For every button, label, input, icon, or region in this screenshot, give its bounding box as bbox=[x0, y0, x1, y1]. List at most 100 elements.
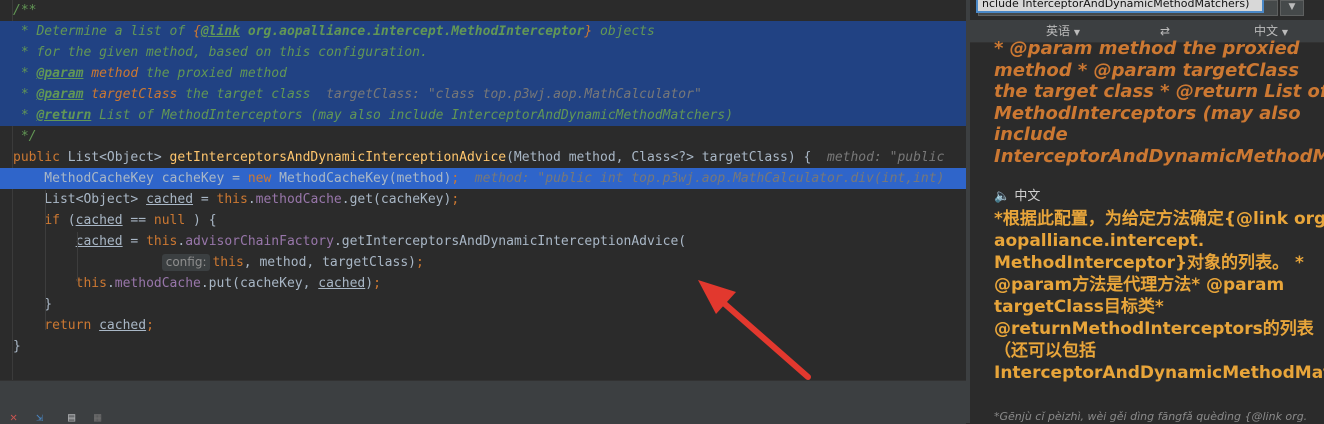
translation-panel: nclude InterceptorAndDynamicMethodMatche… bbox=[966, 0, 1324, 423]
grid-icon[interactable]: ▦ bbox=[94, 411, 101, 424]
code-token: = bbox=[122, 234, 147, 249]
history-dropdown[interactable]: ▼ bbox=[1280, 0, 1304, 16]
code-line[interactable]: this.methodCache.put(cacheKey, cached); bbox=[0, 273, 966, 294]
caret-down-icon: ▼ bbox=[1073, 28, 1080, 37]
code-text: * @param method the proxied method bbox=[13, 63, 287, 84]
code-line[interactable] bbox=[0, 357, 966, 378]
code-token: ) bbox=[365, 276, 374, 291]
pinyin-text: *Gēnjù cǐ pèizhì, wèi gěi dìng fāngfǎ qu… bbox=[994, 410, 1308, 423]
debug-toolbar: ✕ ⇲ ▤ ▦ bbox=[0, 380, 966, 424]
code-token: objects bbox=[592, 24, 655, 39]
code-token: advisorChainFactory bbox=[185, 234, 334, 249]
source-language-label: 英语 bbox=[1046, 24, 1071, 38]
code-token: List<Object> bbox=[13, 192, 147, 207]
caret-down-icon: ▼ bbox=[1281, 28, 1288, 37]
indent-guide bbox=[77, 232, 78, 282]
code-line[interactable]: * @return List of MethodInterceptors (ma… bbox=[0, 105, 966, 126]
code-token: org.aopalliance.intercept.MethodIntercep… bbox=[247, 24, 585, 39]
code-line[interactable]: config: this, method, targetClass); bbox=[0, 252, 966, 273]
code-token: . bbox=[106, 276, 115, 291]
code-token: targetClass bbox=[91, 87, 178, 102]
code-line[interactable]: * for the given method, based on this co… bbox=[0, 42, 966, 63]
code-line[interactable]: cached = this.advisorChainFactory.getInt… bbox=[0, 231, 966, 252]
code-token: ; bbox=[451, 192, 460, 207]
code-text: } bbox=[13, 336, 21, 357]
code-token: */ bbox=[13, 129, 37, 144]
code-token: .getInterceptorsAndDynamicInterceptionAd… bbox=[333, 234, 687, 249]
code-line[interactable]: public List<Object> getInterceptorsAndDy… bbox=[0, 147, 966, 168]
code-token: * for the given method, based on this co… bbox=[13, 45, 428, 60]
code-token: == bbox=[122, 213, 154, 228]
code-token: } bbox=[13, 297, 53, 312]
code-token: ; bbox=[146, 318, 154, 333]
code-token: ) { bbox=[185, 213, 217, 228]
inline-debug-value: method: "public int top.p3wj.aop.MathCal… bbox=[474, 171, 945, 186]
target-heading-label: 中文 bbox=[1014, 189, 1041, 204]
table-icon[interactable]: ▤ bbox=[68, 411, 75, 424]
code-token: { bbox=[803, 150, 827, 165]
code-token: public bbox=[13, 150, 68, 165]
inline-debug-value: targetClass: "class top.p3wj.aop.MathCal… bbox=[326, 87, 702, 102]
code-text: MethodCacheKey cacheKey = new MethodCach… bbox=[13, 168, 944, 189]
translated-text: *根据此配置，为给定方法确定{@link org. aopalliance.in… bbox=[994, 209, 1324, 383]
code-token: this bbox=[146, 234, 178, 249]
translate-input[interactable]: nclude InterceptorAndDynamicMethodMatche… bbox=[976, 0, 1264, 13]
code-token: /** bbox=[13, 3, 37, 18]
code-token: * Determine a list of bbox=[13, 24, 194, 39]
code-token: cached bbox=[99, 318, 147, 333]
code-token: if bbox=[44, 213, 68, 228]
code-text: public List<Object> getInterceptorsAndDy… bbox=[13, 147, 944, 168]
code-token: ( bbox=[67, 213, 76, 228]
indent-guide bbox=[45, 190, 46, 330]
code-token: * bbox=[13, 108, 37, 123]
code-token: this bbox=[216, 192, 248, 207]
code-token: List of MethodInterceptors (may also inc… bbox=[91, 108, 734, 123]
code-text: this.methodCache.put(cacheKey, cached); bbox=[13, 273, 381, 294]
code-token: new bbox=[247, 171, 280, 186]
code-line[interactable]: List<Object> cached = this.methodCache.g… bbox=[0, 189, 966, 210]
code-token: @return bbox=[36, 108, 92, 123]
code-token: @param bbox=[36, 87, 84, 102]
code-line[interactable]: if (cached == null ) { bbox=[0, 210, 966, 231]
code-token: , method, targetClass) bbox=[243, 255, 416, 270]
code-line[interactable]: MethodCacheKey cacheKey = new MethodCach… bbox=[0, 168, 966, 189]
code-text: * @return List of MethodInterceptors (ma… bbox=[13, 105, 733, 126]
code-text: /** bbox=[13, 0, 36, 21]
rerun-icon[interactable]: ✕ bbox=[10, 411, 17, 424]
chevron-down-icon: ▼ bbox=[1288, 2, 1296, 12]
code-token: this bbox=[212, 255, 244, 270]
code-editor[interactable]: /** * Determine a list of {@link org.aop… bbox=[0, 0, 966, 380]
code-line[interactable]: * @param targetClass the target class ta… bbox=[0, 84, 966, 105]
code-line[interactable]: */ bbox=[0, 126, 966, 147]
speaker-icon[interactable]: 🔈 bbox=[994, 189, 1010, 204]
code-token: MethodCacheKey(method) bbox=[279, 171, 452, 186]
code-token: MethodCacheKey cacheKey = bbox=[13, 171, 248, 186]
code-token: null bbox=[153, 213, 186, 228]
code-text: config: this, method, targetClass); bbox=[13, 252, 424, 273]
step-icon[interactable]: ⇲ bbox=[36, 411, 43, 424]
code-token: .put(cacheKey, bbox=[200, 276, 319, 291]
code-token: List<Object> bbox=[67, 150, 170, 165]
code-line[interactable]: /** bbox=[0, 0, 966, 21]
code-token: return bbox=[44, 318, 100, 333]
code-line[interactable]: } bbox=[0, 294, 966, 315]
code-line[interactable]: * Determine a list of {@link org.aopalli… bbox=[0, 21, 966, 42]
code-token: (Method method, Class<?> targetClass) bbox=[506, 150, 804, 165]
code-token: the target class bbox=[177, 87, 327, 102]
code-token: * bbox=[13, 87, 37, 102]
code-line[interactable]: } bbox=[0, 336, 966, 357]
target-heading: 🔈 中文 bbox=[994, 188, 1040, 206]
code-text: */ bbox=[13, 126, 37, 147]
code-token: . bbox=[247, 192, 256, 207]
code-line[interactable]: return cached; bbox=[0, 315, 966, 336]
code-text: List<Object> cached = this.methodCache.g… bbox=[13, 189, 459, 210]
code-token: the proxied method bbox=[138, 66, 287, 81]
code-token: } bbox=[584, 24, 593, 39]
code-line[interactable]: * @param method the proxied method bbox=[0, 63, 966, 84]
code-token: * bbox=[13, 66, 37, 81]
code-text: cached = this.advisorChainFactory.getInt… bbox=[13, 231, 687, 252]
